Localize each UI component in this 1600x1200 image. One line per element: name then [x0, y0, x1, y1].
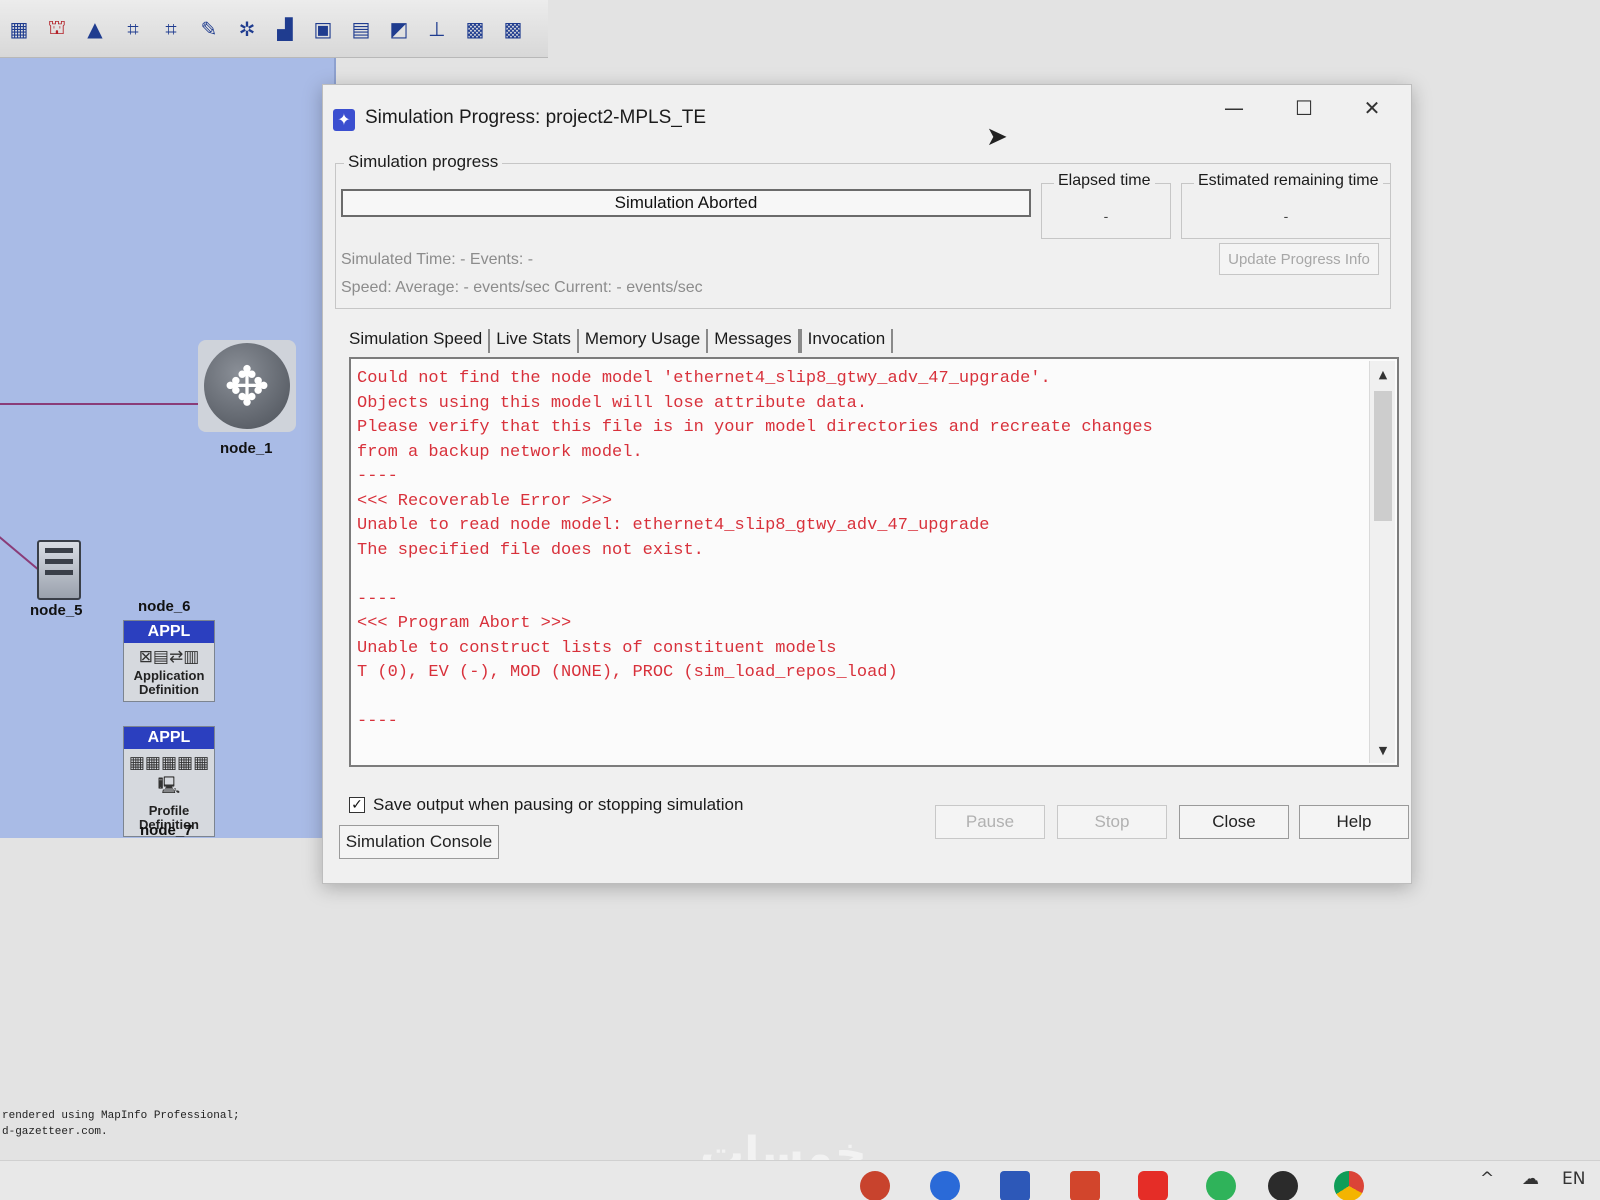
application-icon: ⊠▤⇄▥	[138, 647, 200, 667]
office-app-icon[interactable]	[860, 1171, 890, 1200]
youtube-icon[interactable]	[1138, 1171, 1168, 1200]
console-scrollbar[interactable]: ▲ ▼	[1369, 361, 1395, 763]
save-output-label[interactable]: Save output when pausing or stopping sim…	[373, 795, 743, 815]
simulated-time-line: Simulated Time: - Events: -	[341, 251, 534, 268]
document-icon[interactable]: ▣	[308, 14, 338, 44]
project-canvas[interactable]: ✥ node_1 node_5 node_6 APPL ⊠▤⇄▥ Applica…	[0, 58, 336, 839]
whatsapp-icon[interactable]	[1206, 1171, 1236, 1200]
chart-icon[interactable]: ◩	[384, 14, 414, 44]
spreadsheet-icon[interactable]: ▤	[346, 14, 376, 44]
app-icon: ✦	[333, 109, 355, 131]
network-link[interactable]	[0, 403, 200, 405]
node-label: node_7	[140, 822, 193, 839]
tab-bar: Simulation Speed Live Stats Memory Usage…	[343, 321, 894, 353]
node-label: node_1	[220, 440, 273, 457]
scroll-down-icon[interactable]: ▼	[1370, 737, 1396, 763]
tab-messages[interactable]: Messages	[708, 329, 800, 353]
ipv4-icon[interactable]: ▩	[498, 14, 528, 44]
title-bar[interactable]: ✦ Simulation Progress: project2-MPLS_TE …	[323, 85, 1411, 135]
language-indicator[interactable]: EN	[1562, 1169, 1585, 1189]
update-progress-button[interactable]: Update Progress Info	[1219, 243, 1379, 275]
invocation-console[interactable]: Could not find the node model 'ethernet4…	[349, 357, 1399, 767]
edge-browser-icon[interactable]	[930, 1171, 960, 1200]
node-label: node_6	[138, 598, 191, 615]
remaining-label: Estimated remaining time	[1194, 172, 1383, 190]
group-label: Simulation progress	[344, 152, 503, 172]
ipv6-icon[interactable]: ▩	[460, 14, 490, 44]
speed-line: Speed: Average: - events/sec Current: - …	[341, 279, 703, 296]
tab-invocation[interactable]: Invocation	[799, 329, 894, 353]
chrome-icon[interactable]	[1334, 1171, 1364, 1200]
show-hidden-icons-icon[interactable]: ^	[1480, 1169, 1494, 1189]
router-icon: ✥	[204, 343, 290, 429]
progress-status: Simulation Aborted	[614, 193, 758, 212]
stop-button[interactable]: Stop	[1057, 805, 1167, 839]
server-node[interactable]	[37, 540, 81, 600]
main-toolbar: ▦ ⛫ ▲ ⌗ ⌗ ✎ ✲ ▟ ▣ ▤ ◩ ⊥ ▩ ▩	[0, 0, 548, 58]
profile-icon: ▦▦▦▦▦ 🖳	[128, 753, 210, 796]
triangle-icon[interactable]: ▲	[80, 14, 110, 44]
tab-simulation-speed[interactable]: Simulation Speed	[343, 329, 491, 353]
elapsed-label: Elapsed time	[1054, 172, 1155, 190]
map-credit-line: rendered using MapInfo Professional;	[2, 1110, 240, 1122]
scroll-up-icon[interactable]: ▲	[1370, 361, 1396, 387]
map-credit: rendered using MapInfo Professional; d-g…	[2, 1108, 240, 1140]
tab-memory-usage[interactable]: Memory Usage	[579, 329, 709, 353]
meter-icon[interactable]: ⊥	[422, 14, 452, 44]
console-log-text: Could not find the node model 'ethernet4…	[357, 369, 1153, 731]
powerpoint-icon[interactable]	[1070, 1171, 1100, 1200]
dialog-title: Simulation Progress: project2-MPLS_TE	[365, 107, 707, 128]
database-icon[interactable]: ▦	[4, 14, 34, 44]
close-button[interactable]: Close	[1179, 805, 1289, 839]
pause-button[interactable]: Pause	[935, 805, 1045, 839]
taskbar: ^ ☁ EN	[0, 1160, 1600, 1200]
pin-icon[interactable]: ✎	[194, 14, 224, 44]
mail-app-icon[interactable]	[1000, 1171, 1030, 1200]
save-output-checkbox[interactable]: ✓	[349, 797, 365, 813]
application-definition-node[interactable]: APPL ⊠▤⇄▥ Application Definition	[123, 620, 215, 702]
close-icon[interactable]: ✕	[1345, 89, 1399, 127]
network-grid-icon[interactable]: ⌗	[118, 14, 148, 44]
node-label: node_5	[30, 602, 83, 619]
gift-icon[interactable]: ⛫	[42, 14, 72, 44]
mouse-pointer-icon: ➤	[986, 122, 1008, 152]
chatgpt-icon[interactable]	[1268, 1171, 1298, 1200]
node-caption: Application Definition	[133, 668, 205, 697]
elapsed-time-box: Elapsed time -	[1041, 172, 1171, 239]
network-mesh-icon[interactable]: ⌗	[156, 14, 186, 44]
router-node[interactable]: ✥	[198, 340, 296, 432]
simulation-progress-dialog: ✦ Simulation Progress: project2-MPLS_TE …	[322, 84, 1412, 884]
profile-definition-node[interactable]: APPL ▦▦▦▦▦ 🖳 Profile Definition	[123, 726, 215, 837]
maximize-icon[interactable]: ☐	[1277, 89, 1331, 127]
minimize-icon[interactable]: —	[1207, 89, 1261, 127]
scroll-thumb[interactable]	[1374, 391, 1392, 521]
appl-header: APPL	[124, 621, 214, 643]
map-credit-line: d-gazetteer.com.	[2, 1126, 108, 1138]
save-output-option[interactable]: ✓ Save output when pausing or stopping s…	[349, 795, 743, 815]
simulation-console-button[interactable]: Simulation Console	[339, 825, 499, 859]
scatter-icon[interactable]: ▟	[270, 14, 300, 44]
remaining-value: -	[1283, 208, 1289, 224]
remaining-time-box: Estimated remaining time -	[1181, 172, 1391, 239]
star-network-icon[interactable]: ✲	[232, 14, 262, 44]
help-button[interactable]: Help	[1299, 805, 1409, 839]
appl-header: APPL	[124, 727, 214, 749]
onedrive-cloud-icon[interactable]: ☁	[1522, 1169, 1539, 1189]
tab-live-stats[interactable]: Live Stats	[490, 329, 579, 353]
elapsed-value: -	[1103, 208, 1109, 224]
progress-bar: Simulation Aborted	[341, 189, 1031, 217]
